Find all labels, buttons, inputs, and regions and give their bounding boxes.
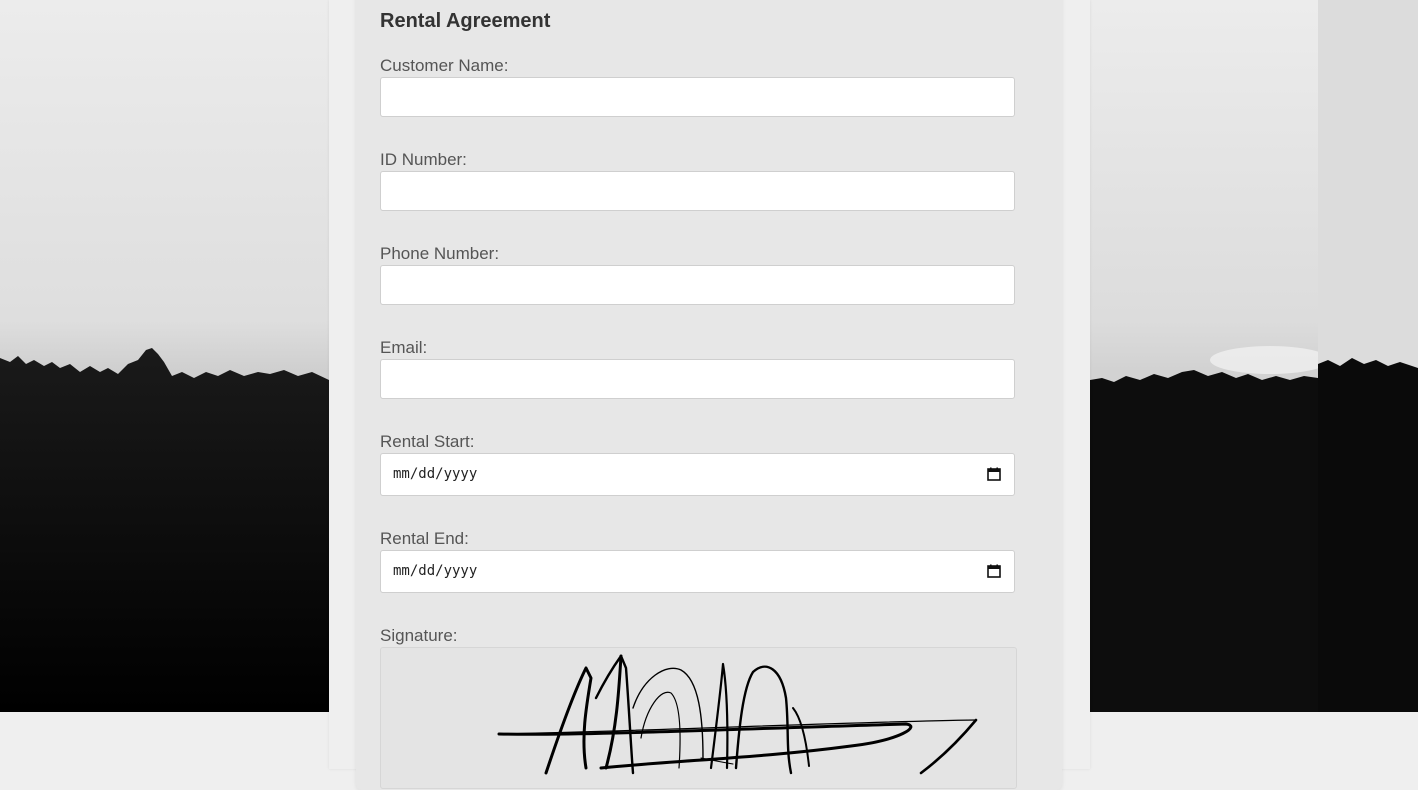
id-number-label: ID Number: bbox=[380, 150, 467, 169]
rental-end-label: Rental End: bbox=[380, 529, 469, 548]
phone-number-label: Phone Number: bbox=[380, 244, 500, 263]
background-image-right bbox=[1090, 0, 1318, 712]
rental-start-label: Rental Start: bbox=[380, 432, 475, 451]
customer-name-input[interactable] bbox=[380, 77, 1015, 117]
rental-end-date-input[interactable]: mm/dd/yyyy bbox=[380, 550, 1015, 593]
signature-drawing bbox=[497, 654, 978, 775]
background-image-left bbox=[0, 0, 329, 712]
form-container: Rental Agreement Customer Name: ID Numbe… bbox=[329, 0, 1090, 790]
signature-pad[interactable] bbox=[380, 647, 1017, 789]
calendar-icon[interactable] bbox=[987, 467, 1001, 481]
background-image-far-right bbox=[1318, 0, 1418, 769]
calendar-icon[interactable] bbox=[987, 564, 1001, 578]
id-number-input[interactable] bbox=[380, 171, 1015, 211]
rental-start-placeholder: mm/dd/yyyy bbox=[393, 466, 478, 482]
rental-end-placeholder: mm/dd/yyyy bbox=[393, 563, 478, 579]
rental-start-date-input[interactable]: mm/dd/yyyy bbox=[380, 453, 1015, 496]
email-input[interactable] bbox=[380, 359, 1015, 399]
form-title: Rental Agreement bbox=[380, 10, 551, 32]
customer-name-label: Customer Name: bbox=[380, 56, 509, 75]
email-label: Email: bbox=[380, 338, 428, 357]
signature-label: Signature: bbox=[380, 626, 458, 645]
phone-number-input[interactable] bbox=[380, 265, 1015, 305]
